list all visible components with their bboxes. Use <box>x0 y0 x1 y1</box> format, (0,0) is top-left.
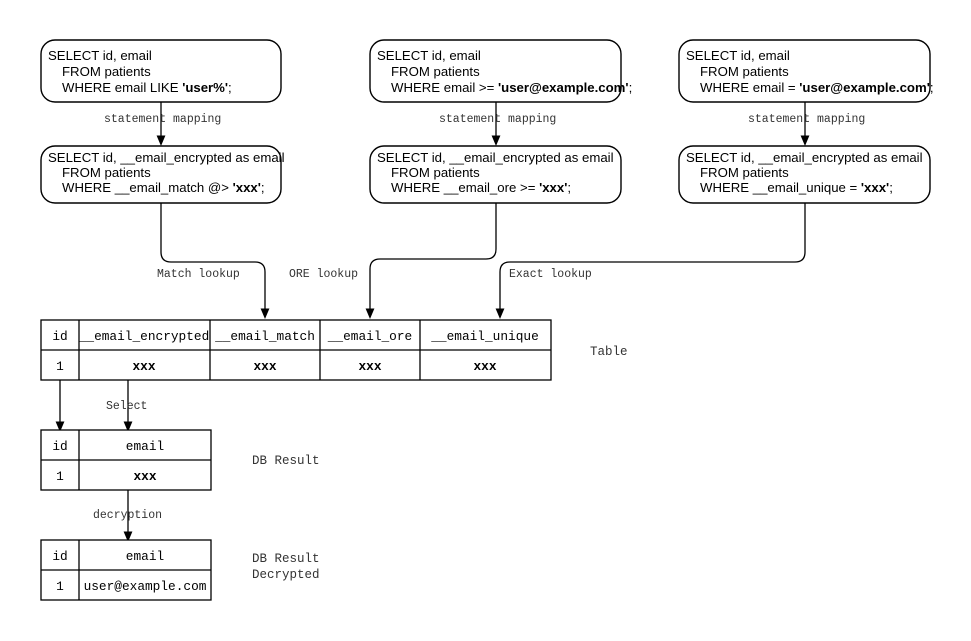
column-match: SELECT id, email FROM patients WHERE ema… <box>40 39 285 319</box>
mapped-query-match-line3-literal: 'xxx' <box>233 180 261 195</box>
mapped-query-unique-line2: FROM patients <box>700 165 789 180</box>
main-header-email-ore: __email_ore <box>327 329 412 344</box>
mapped-query-unique-line3: WHERE __email_unique = 'xxx'; <box>700 180 893 195</box>
main-cell-email-unique: xxx <box>473 359 496 374</box>
flow-diagram-svg: SELECT id, email FROM patients WHERE ema… <box>40 39 934 601</box>
lookup-label-match: Match lookup <box>157 268 240 281</box>
plain-query-unique-line3-suffix: ; <box>930 80 934 95</box>
main-cell-email-ore: xxx <box>358 359 381 374</box>
select-label: Select <box>106 400 147 413</box>
mapped-query-match-line3: WHERE __email_match @> 'xxx'; <box>62 180 265 195</box>
plain-query-unique-line2: FROM patients <box>700 64 789 79</box>
main-cell-email-match: xxx <box>253 359 276 374</box>
db-result-decrypted-table[interactable]: id email 1 user@example.com DB Result De… <box>40 539 320 601</box>
plain-query-match-line3-literal: 'user%' <box>182 80 228 95</box>
plain-query-match-line3-suffix: ; <box>228 80 232 95</box>
plain-query-ore-line3: WHERE email >= 'user@example.com'; <box>391 80 632 95</box>
plain-query-match-line1: SELECT id, email <box>48 48 152 63</box>
mapped-query-unique-line3-prefix: WHERE __email_unique = <box>700 180 861 195</box>
main-table[interactable]: id __email_encrypted __email_match __ema… <box>40 319 628 381</box>
plain-query-unique-line3-prefix: WHERE email = <box>700 80 799 95</box>
lookup-connector-ore <box>365 203 497 319</box>
plain-query-ore-line2: FROM patients <box>391 64 480 79</box>
main-header-id: id <box>52 329 67 344</box>
plain-query-unique-line3-literal: 'user@example.com' <box>799 80 930 95</box>
plain-query-unique-line1: SELECT id, email <box>686 48 790 63</box>
main-header-email-match: __email_match <box>214 329 315 344</box>
lookup-connector-match <box>160 203 270 319</box>
main-header-email-unique: __email_unique <box>430 329 539 344</box>
plain-query-ore-line3-literal: 'user@example.com' <box>498 80 629 95</box>
lookup-label-unique: Exact lookup <box>509 268 592 281</box>
db-result-table[interactable]: id email 1 xxx DB Result <box>40 429 320 491</box>
plain-query-ore-line1: SELECT id, email <box>377 48 481 63</box>
db-result-decrypted-caption-line1: DB Result <box>252 552 320 566</box>
plain-query-ore-line3-prefix: WHERE email >= <box>391 80 498 95</box>
mapped-query-ore-line3-suffix: ; <box>567 180 571 195</box>
mapping-label-match: statement mapping <box>104 113 221 126</box>
plain-query-ore-line3-suffix: ; <box>629 80 633 95</box>
db-result-caption: DB Result <box>252 454 320 468</box>
db-result-header-email: email <box>126 439 164 454</box>
mapped-query-ore-line1: SELECT id, __email_encrypted as email <box>377 150 614 165</box>
mapped-query-ore-line3-literal: 'xxx' <box>539 180 567 195</box>
db-result-cell-email: xxx <box>133 469 156 484</box>
select-flow: Select <box>55 380 147 432</box>
mapped-query-ore-line3: WHERE __email_ore >= 'xxx'; <box>391 180 571 195</box>
plain-query-unique-line3: WHERE email = 'user@example.com'; <box>700 80 934 95</box>
diagram-canvas: SELECT id, email FROM patients WHERE ema… <box>0 0 971 641</box>
db-result-decrypted-header-email: email <box>126 549 164 564</box>
main-header-email-encrypted: __email_encrypted <box>78 329 210 344</box>
plain-query-match-line2: FROM patients <box>62 64 151 79</box>
db-result-header-id: id <box>52 439 67 454</box>
db-result-decrypted-cell-id: 1 <box>56 579 64 594</box>
db-result-decrypted-cell-email: user@example.com <box>84 579 207 594</box>
plain-query-match-line3-prefix: WHERE email LIKE <box>62 80 182 95</box>
mapped-query-match-line3-prefix: WHERE __email_match @> <box>62 180 233 195</box>
decryption-flow: decryption <box>93 490 162 542</box>
decryption-label: decryption <box>93 509 162 522</box>
main-table-caption: Table <box>590 345 628 359</box>
mapped-query-unique-line1: SELECT id, __email_encrypted as email <box>686 150 923 165</box>
mapped-query-ore-line3-prefix: WHERE __email_ore >= <box>391 180 539 195</box>
plain-query-match-line3: WHERE email LIKE 'user%'; <box>62 80 232 95</box>
mapping-label-unique: statement mapping <box>748 113 865 126</box>
mapped-query-match-line1: SELECT id, __email_encrypted as email <box>48 150 285 165</box>
mapped-query-match-line2: FROM patients <box>62 165 151 180</box>
db-result-decrypted-header-id: id <box>52 549 67 564</box>
mapped-query-match-line3-suffix: ; <box>261 180 265 195</box>
main-cell-email-encrypted: xxx <box>132 359 155 374</box>
db-result-decrypted-caption-line2: Decrypted <box>252 568 320 582</box>
mapped-query-unique-line3-suffix: ; <box>889 180 893 195</box>
mapped-query-unique-line3-literal: 'xxx' <box>861 180 889 195</box>
db-result-cell-id: 1 <box>56 469 64 484</box>
lookup-label-ore: ORE lookup <box>289 268 358 281</box>
lookup-connector-unique <box>495 203 806 319</box>
main-cell-id: 1 <box>56 359 64 374</box>
mapped-query-ore-line2: FROM patients <box>391 165 480 180</box>
mapping-label-ore: statement mapping <box>439 113 556 126</box>
